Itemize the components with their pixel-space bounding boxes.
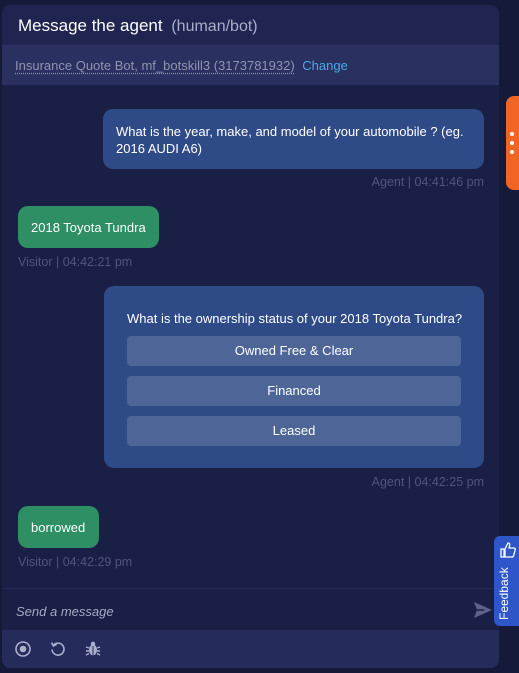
feedback-tab[interactable]: Feedback	[494, 536, 519, 626]
change-bot-link[interactable]: Change	[302, 58, 348, 73]
agent-message-text: What is the year, make, and model of you…	[116, 124, 464, 156]
visitor-message-text: borrowed	[31, 520, 86, 535]
option-button-owned[interactable]: Owned Free & Clear	[127, 336, 461, 366]
visitor-message-bubble: 2018 Toyota Tundra	[18, 206, 159, 248]
chat-header: Message the agent (human/bot)	[2, 5, 499, 45]
bug-icon[interactable]	[84, 640, 102, 658]
bot-name: Insurance Quote Bot, mf_botskill3 (31737…	[15, 58, 295, 73]
chat-panel: Message the agent (human/bot) Insurance …	[2, 5, 499, 668]
option-button-financed[interactable]: Financed	[127, 376, 461, 406]
record-icon[interactable]	[14, 640, 32, 658]
thumbs-up-icon	[500, 542, 516, 558]
header-title: Message the agent	[18, 16, 163, 35]
visitor-message-meta: Visitor | 04:42:29 pm	[18, 555, 133, 569]
agent-message-meta: Agent | 04:41:46 pm	[371, 175, 484, 189]
visitor-message-bubble: borrowed	[18, 506, 99, 548]
send-icon[interactable]	[473, 601, 493, 619]
bot-selector-bar: Insurance Quote Bot, mf_botskill3 (31737…	[2, 45, 499, 85]
visitor-message-meta: Visitor | 04:42:21 pm	[18, 255, 133, 269]
header-subtitle: (human/bot)	[171, 18, 258, 35]
more-vertical-icon	[510, 132, 514, 136]
question-text: What is the ownership status of your 201…	[127, 311, 463, 326]
option-button-leased[interactable]: Leased	[127, 416, 461, 446]
agent-message-bubble: What is the year, make, and model of you…	[103, 109, 484, 169]
visitor-message-text: 2018 Toyota Tundra	[31, 220, 146, 235]
agent-question-meta: Agent | 04:42:25 pm	[371, 475, 484, 489]
agent-question-card: What is the ownership status of your 201…	[104, 286, 484, 468]
message-input[interactable]	[16, 601, 456, 621]
restart-icon[interactable]	[49, 640, 67, 658]
footer-toolbar	[2, 630, 499, 668]
side-menu-tab[interactable]	[506, 96, 519, 190]
composer	[2, 588, 499, 630]
feedback-label: Feedback	[497, 567, 511, 620]
